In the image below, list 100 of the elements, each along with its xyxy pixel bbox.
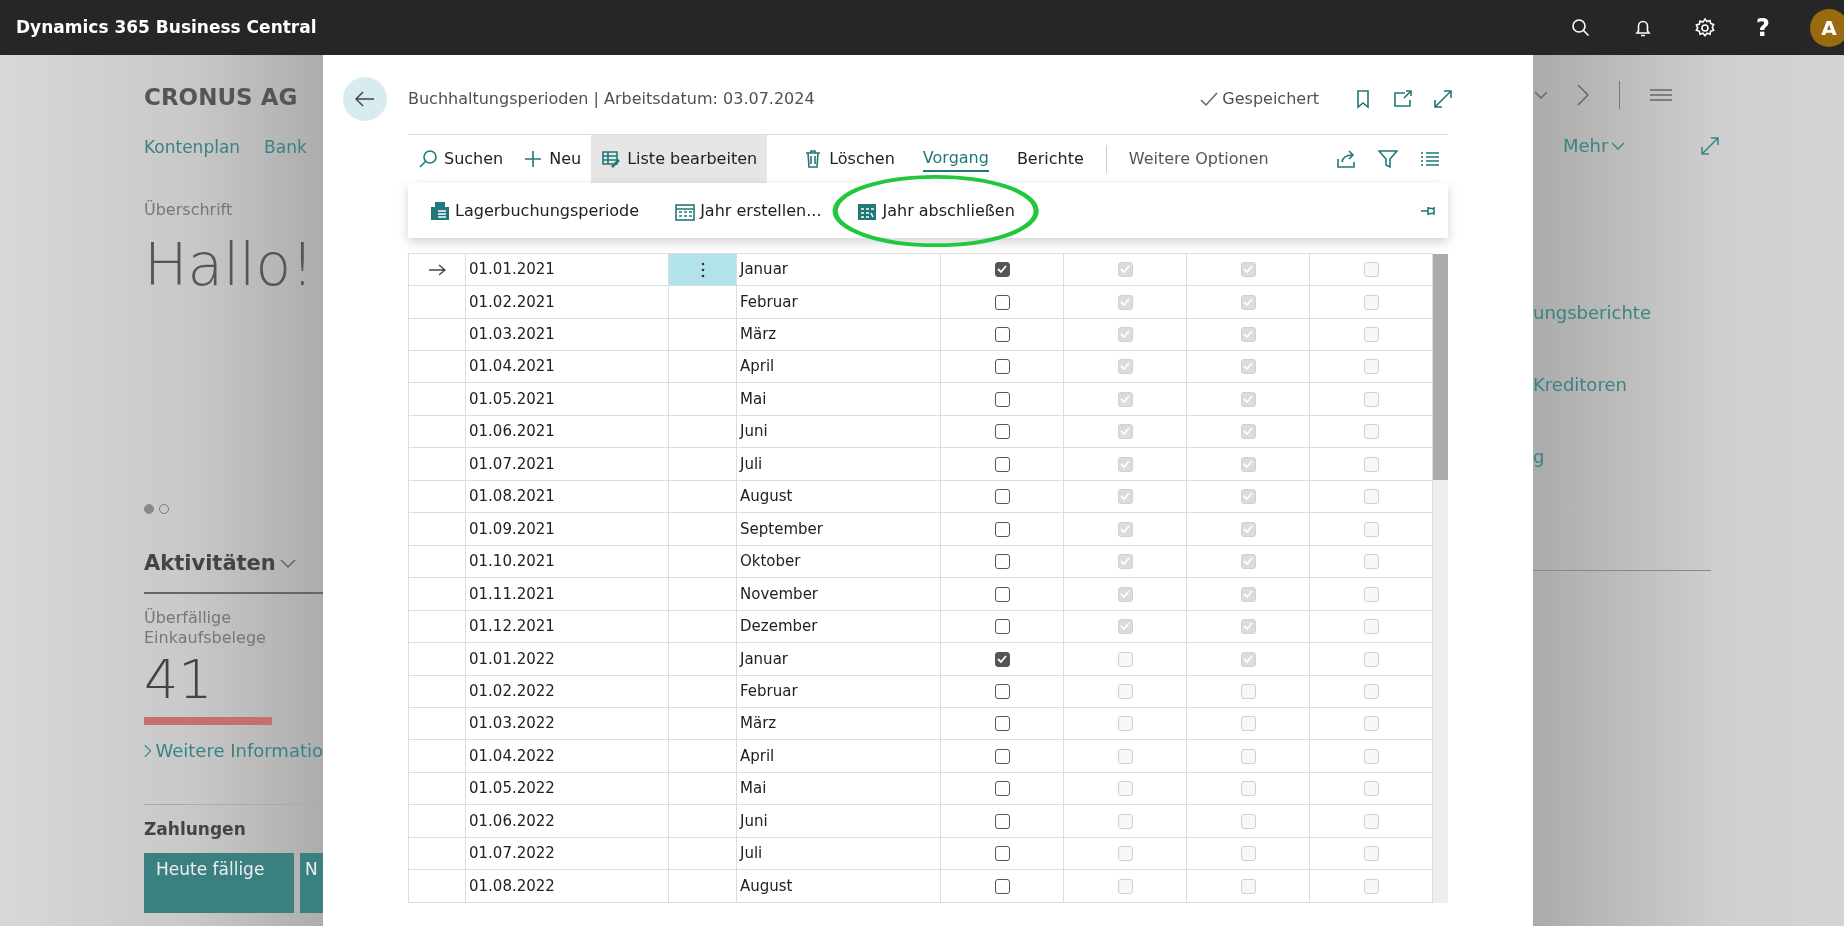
checkbox[interactable] — [994, 327, 1010, 343]
date-cell: 01.04.2022 — [465, 739, 669, 773]
name-cell: Juni — [736, 804, 941, 838]
checkbox[interactable] — [994, 554, 1010, 570]
checkbox[interactable] — [994, 748, 1010, 764]
date-cell: 01.02.2021 — [465, 285, 669, 319]
cue-label: Überfällige Einkaufsbelege — [144, 607, 267, 650]
search-button[interactable]: Suchen — [408, 134, 514, 183]
plus-icon — [523, 148, 544, 169]
company-name: CRONUS AG — [144, 83, 298, 112]
date-cell: 01.06.2021 — [465, 415, 669, 448]
action-menu-item[interactable]: Lagerbuchungsperiode — [422, 194, 648, 227]
name-cell: März — [736, 318, 941, 351]
cue-value: 41 — [144, 653, 214, 708]
user-avatar[interactable]: A — [1810, 8, 1844, 47]
checkbox[interactable] — [994, 359, 1010, 375]
checkbox[interactable] — [994, 716, 1010, 732]
date-cell: 01.09.2021 — [465, 512, 669, 546]
name-cell: April — [736, 350, 941, 383]
date-cell: 01.05.2021 — [465, 382, 669, 416]
checkbox[interactable] — [994, 489, 1010, 505]
delete-button[interactable]: Löschen — [793, 134, 905, 183]
name-cell: Januar — [736, 253, 941, 286]
cue-tile[interactable]: N — [300, 852, 323, 913]
date-cell: 01.08.2022 — [465, 869, 669, 903]
name-cell: Februar — [736, 675, 941, 708]
name-cell: November — [736, 577, 941, 611]
menu-tab[interactable]: Berichte — [1006, 134, 1094, 183]
name-cell: Januar — [736, 642, 941, 676]
edit-list-button[interactable]: Liste bearbeiten — [591, 134, 768, 183]
date-cell: 01.10.2021 — [465, 545, 669, 578]
checkbox[interactable] — [994, 521, 1010, 537]
date-cell: 01.04.2021 — [465, 350, 669, 383]
checkbox[interactable] — [994, 424, 1010, 440]
date-cell: 01.12.2021 — [465, 610, 669, 643]
name-cell: Mai — [736, 382, 941, 416]
date-cell: 01.05.2022 — [465, 772, 669, 805]
checkbox[interactable] — [994, 813, 1010, 829]
carousel-dot[interactable] — [144, 504, 154, 514]
greeting-text: Hallo! — [144, 236, 316, 294]
popout-icon[interactable] — [1393, 89, 1413, 109]
row-actions-cell[interactable] — [668, 253, 737, 286]
heading-label: Überschrift — [144, 199, 234, 221]
action-menu-item[interactable]: Jahr erstellen... — [667, 194, 830, 227]
date-cell: 01.02.2022 — [465, 675, 669, 708]
back-button[interactable] — [343, 77, 387, 121]
checkbox[interactable] — [994, 619, 1010, 635]
name-cell: September — [736, 512, 941, 546]
checkbox[interactable] — [994, 294, 1010, 310]
filter-icon[interactable] — [1378, 148, 1398, 169]
date-cell: 01.11.2021 — [465, 577, 669, 611]
share-icon[interactable] — [1336, 148, 1356, 169]
name-cell: Dezember — [736, 610, 941, 643]
date-cell: 01.01.2021 — [465, 253, 669, 286]
checkbox[interactable] — [994, 684, 1010, 699]
section-title: Aktivitäten — [144, 550, 276, 577]
checkbox[interactable] — [994, 846, 1010, 862]
name-cell: Februar — [736, 285, 941, 319]
checkbox[interactable] — [994, 262, 1010, 278]
vertical-dots-icon[interactable] — [700, 261, 705, 278]
cue-tile[interactable]: Heute fällige — [144, 852, 294, 913]
date-cell: 01.06.2022 — [465, 804, 669, 838]
name-cell: August — [736, 869, 941, 903]
name-cell: Oktober — [736, 545, 941, 578]
help-icon[interactable]: ? — [1756, 9, 1770, 46]
checkbox[interactable] — [994, 651, 1010, 667]
search-icon — [418, 148, 438, 169]
chevron-down-icon[interactable] — [1535, 91, 1547, 99]
checkbox[interactable] — [994, 456, 1010, 472]
name-cell: Juli — [736, 447, 941, 481]
scrollbar[interactable] — [1433, 254, 1448, 903]
dialog-title: Buchhaltungsperioden | Arbeitsdatum: 03.07.2024 — [408, 88, 815, 110]
nav-link[interactable]: Kontenplan — [144, 134, 241, 160]
name-cell: August — [736, 480, 941, 513]
save-status: Gespeichert — [1222, 88, 1319, 110]
expand-icon[interactable] — [1700, 135, 1721, 156]
menu-tab[interactable]: Vorgang — [912, 134, 999, 183]
checkbox[interactable] — [994, 391, 1010, 407]
checkbox[interactable] — [994, 878, 1010, 894]
date-cell: 01.01.2022 — [465, 642, 669, 676]
name-cell: März — [736, 707, 941, 740]
name-cell: Juli — [736, 837, 941, 870]
table-edit-icon — [601, 148, 622, 169]
date-cell: 01.03.2021 — [465, 318, 669, 351]
name-cell: Mai — [736, 772, 941, 805]
app-title: Dynamics 365 Business Central — [16, 15, 317, 39]
section-title: Zahlungen — [144, 818, 247, 842]
back-arrow-icon — [355, 91, 375, 107]
date-cell: 01.03.2022 — [465, 707, 669, 740]
expand-icon[interactable] — [1433, 89, 1453, 109]
date-cell: 01.07.2022 — [465, 837, 669, 870]
settings-icon[interactable] — [1694, 16, 1717, 39]
more-options-button[interactable]: Weitere Optionen — [1118, 134, 1279, 183]
date-cell: 01.08.2021 — [465, 480, 669, 513]
chevron-right-icon[interactable] — [1577, 84, 1589, 106]
chevron-down-icon[interactable] — [279, 558, 296, 569]
checkbox[interactable] — [994, 781, 1010, 797]
name-cell: Juni — [736, 415, 941, 448]
new-button[interactable]: Neu — [513, 134, 592, 183]
checkbox[interactable] — [994, 586, 1010, 602]
